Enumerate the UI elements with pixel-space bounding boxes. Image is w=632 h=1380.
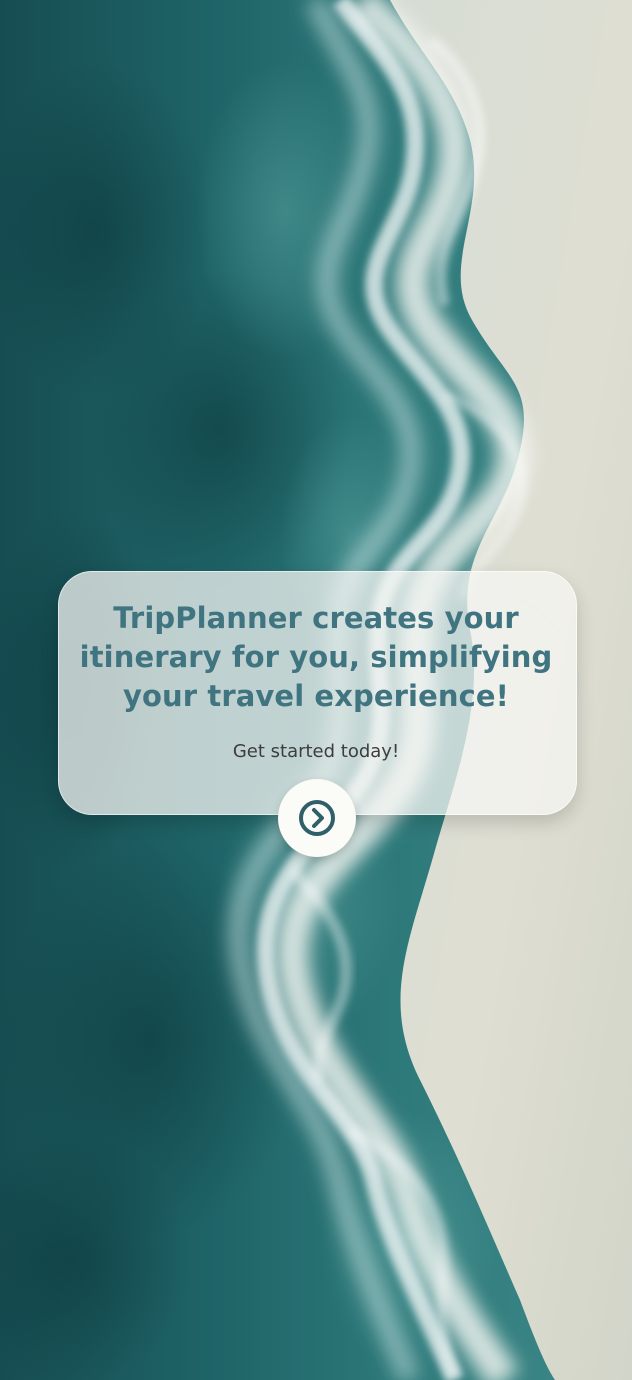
chevron-right-circle-icon	[299, 800, 335, 836]
next-button[interactable]	[278, 779, 356, 857]
onboarding-screen: TripPlanner creates your itinerary for y…	[0, 0, 632, 1380]
welcome-headline: TripPlanner creates your itinerary for y…	[79, 601, 553, 713]
get-started-text: Get started today!	[232, 741, 400, 762]
